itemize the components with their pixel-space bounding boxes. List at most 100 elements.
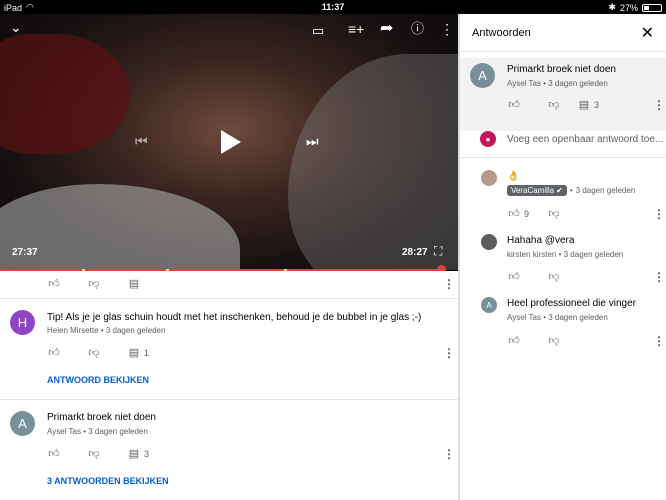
avatar[interactable]: A: [470, 63, 495, 88]
comment-text: Primarkt broek niet doen: [47, 412, 156, 423]
reply-count: 3: [144, 448, 150, 459]
comment-time: 3 dagen geleden: [575, 186, 636, 195]
replies-panel: Antwoorden ✕ A Primarkt broek niet doen …: [458, 14, 666, 500]
comment-time: 3 dagen geleden: [88, 427, 148, 436]
cast-icon[interactable]: ▭: [312, 24, 324, 37]
fullscreen-icon[interactable]: ⛶: [434, 245, 442, 257]
more-vert-icon[interactable]: ⋮: [443, 278, 455, 290]
total-time: 28:27: [402, 247, 428, 258]
more-vert-icon[interactable]: ⋮: [443, 448, 455, 460]
comment-author[interactable]: Helen Mirsette: [47, 326, 99, 335]
avatar[interactable]: [481, 170, 497, 186]
thumbs-up-icon[interactable]: 👍︎: [47, 277, 61, 290]
video-frame-detail: [288, 54, 458, 270]
more-vert-icon[interactable]: ⋮: [653, 335, 665, 347]
like-count: 9: [524, 208, 530, 219]
comment-author[interactable]: Aysel Tas: [507, 79, 541, 88]
view-replies-link[interactable]: 3 ANTWOORDEN BEKIJKEN: [47, 476, 169, 486]
verified-check-icon: ✔: [556, 186, 563, 195]
collapse-chevron-icon[interactable]: ⌄: [10, 20, 22, 34]
add-to-playlist-icon[interactable]: ≡+: [348, 22, 364, 36]
more-vert-icon[interactable]: ⋮: [440, 22, 454, 36]
thumbs-down-icon[interactable]: 👎︎: [87, 277, 101, 290]
reply-icon[interactable]: ▤: [127, 277, 141, 290]
thumbs-down-icon[interactable]: 👎︎: [87, 447, 101, 460]
reply-actions: 👍︎ 👎︎: [507, 270, 561, 283]
more-vert-icon[interactable]: ⋮: [443, 347, 455, 359]
comment-author[interactable]: Aysel Tas: [507, 313, 541, 322]
thumbs-down-icon[interactable]: 👎︎: [547, 270, 561, 283]
thumbs-up-icon[interactable]: 👍︎: [507, 98, 521, 111]
comment-time: 3 dagen geleden: [563, 250, 624, 259]
reply-icon[interactable]: ▤: [127, 447, 141, 460]
reply-meta: kirsten kirsten • 3 dagen geleden: [507, 250, 623, 259]
share-icon[interactable]: ➦: [380, 21, 393, 37]
avatar[interactable]: H: [10, 310, 35, 335]
battery-icon: [642, 3, 662, 12]
author-badge[interactable]: VeraCamilla ✔: [507, 185, 567, 196]
comment-text: Primarkt broek niet doen: [507, 64, 616, 75]
video-frame-detail: [0, 34, 130, 154]
comment-meta: Aysel Tas • 3 dagen geleden: [507, 79, 608, 88]
reply-actions: 👍︎ 👎︎: [507, 334, 561, 347]
reply-text: 👌: [507, 171, 520, 182]
status-bar: iPad ◠ 11:37 ✱ 27%: [0, 0, 666, 14]
reply-meta: VeraCamilla ✔ • 3 dagen geleden: [507, 185, 635, 196]
divider: [460, 157, 666, 158]
comment-text: Tip! Als je je glas schuin houdt met het…: [47, 312, 422, 323]
thumbs-up-icon[interactable]: 👍︎: [507, 270, 521, 283]
comment-time: 3 dagen geleden: [548, 79, 608, 88]
comments-list: 👍︎ 👎︎ ▤ ⋮ H Tip! Als je je glas schuin h…: [0, 271, 458, 500]
more-vert-icon[interactable]: ⋮: [653, 99, 665, 111]
user-avatar-icon: ●: [480, 131, 496, 147]
thumbs-up-icon[interactable]: 👍︎: [507, 207, 521, 220]
battery-percent: 27%: [619, 2, 638, 13]
divider: [0, 298, 458, 299]
avatar[interactable]: [481, 234, 497, 250]
divider: [0, 399, 458, 400]
video-player[interactable]: ⌄ ▭ ≡+ ➦ ⓘ ⋮ ⏮ ⏭ 27:37 28:27 ⛶: [0, 14, 458, 270]
more-vert-icon[interactable]: ⋮: [653, 271, 665, 283]
close-icon[interactable]: ✕: [641, 23, 654, 43]
thumbs-down-icon[interactable]: 👎︎: [547, 207, 561, 220]
comment-actions: 👍︎ 👎︎ ▤: [47, 277, 141, 290]
comment-author[interactable]: Aysel Tas: [47, 427, 81, 436]
more-vert-icon[interactable]: ⋮: [653, 208, 665, 220]
comment-meta: Helen Mirsette • 3 dagen geleden: [47, 326, 165, 335]
comment-author[interactable]: kirsten kirsten: [507, 250, 556, 259]
thumbs-down-icon[interactable]: 👎︎: [547, 98, 561, 111]
play-icon[interactable]: [219, 129, 243, 155]
avatar[interactable]: A: [481, 297, 497, 313]
avatar[interactable]: A: [10, 411, 35, 436]
reply-actions: 👍︎ 9 👎︎: [507, 207, 561, 220]
comment-time: 3 dagen geleden: [105, 326, 166, 335]
thumbs-down-icon[interactable]: 👎︎: [547, 334, 561, 347]
comment-actions: 👍︎ 👎︎ ▤ 3: [507, 98, 599, 111]
reply-icon[interactable]: ▤: [127, 346, 141, 359]
comment-author: VeraCamilla: [511, 186, 555, 195]
reply-input[interactable]: Voeg een openbaar antwoord toe...: [507, 134, 663, 145]
comment-meta: Aysel Tas • 3 dagen geleden: [47, 427, 148, 436]
info-icon[interactable]: ⓘ: [411, 22, 424, 35]
thumbs-up-icon[interactable]: 👍︎: [507, 334, 521, 347]
next-icon[interactable]: ⏭: [306, 134, 319, 148]
view-replies-link[interactable]: ANTWOORD BEKIJKEN: [47, 375, 149, 385]
status-time: 11:37: [321, 2, 345, 12]
reply-count: 1: [144, 347, 150, 358]
comment-actions: 👍︎ 👎︎ ▤ 3: [47, 447, 149, 460]
thumbs-up-icon[interactable]: 👍︎: [47, 346, 61, 359]
current-time: 27:37: [12, 247, 38, 258]
thumbs-up-icon[interactable]: 👍︎: [47, 447, 61, 460]
divider: [460, 51, 666, 52]
comment-time: 3 dagen geleden: [548, 313, 608, 322]
reply-icon[interactable]: ▤: [577, 98, 591, 111]
reply-text: Heel professioneel die vinger: [507, 298, 636, 309]
reply-text: Hahaha @vera: [507, 235, 575, 246]
reply-meta: Aysel Tas • 3 dagen geleden: [507, 313, 608, 322]
comment-actions: 👍︎ 👎︎ ▤ 1: [47, 346, 149, 359]
reply-count: 3: [594, 99, 600, 110]
previous-icon[interactable]: ⏮: [135, 134, 148, 148]
thumbs-down-icon[interactable]: 👎︎: [87, 346, 101, 359]
meta-separator: •: [569, 186, 573, 195]
bluetooth-icon: ✱: [608, 2, 616, 12]
